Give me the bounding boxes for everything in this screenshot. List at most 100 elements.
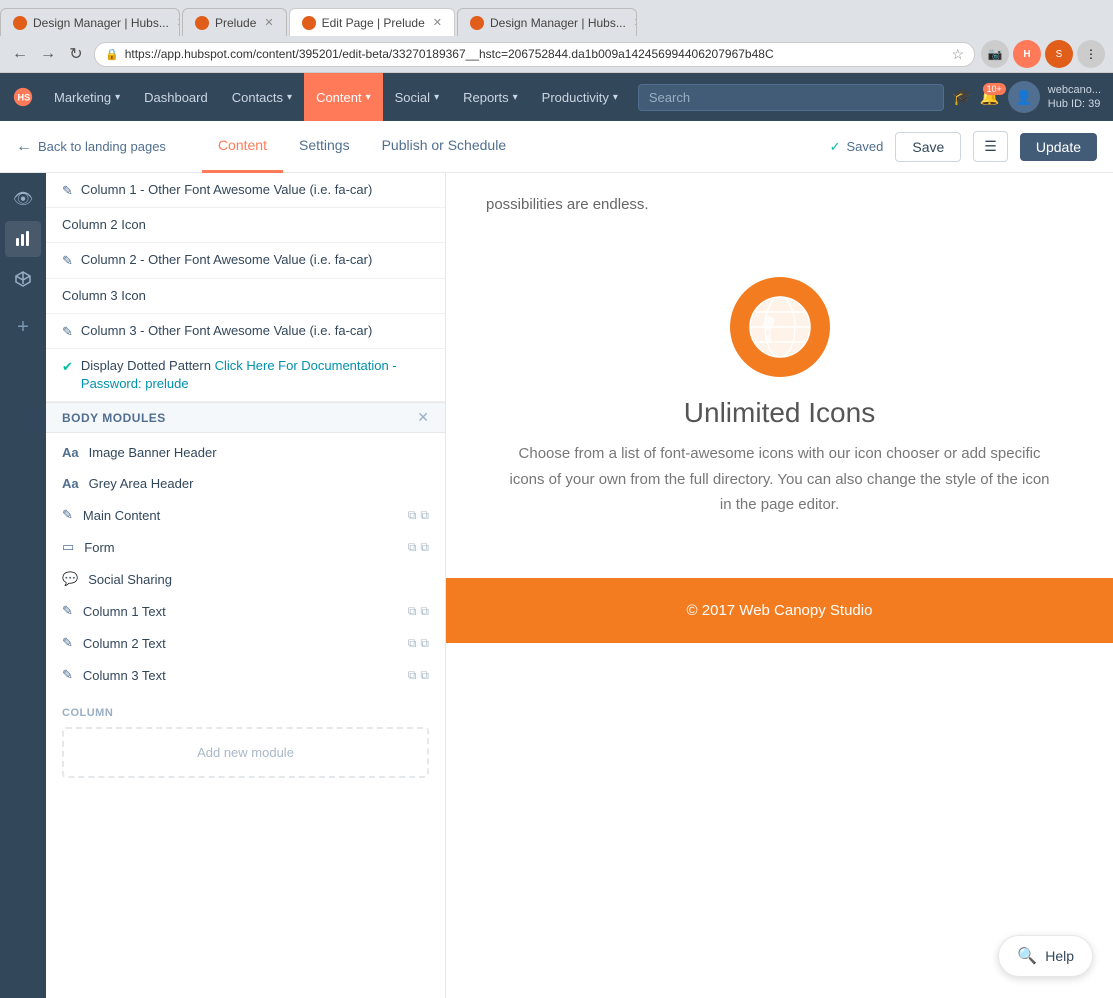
- tab-settings[interactable]: Settings: [283, 121, 366, 173]
- sidebar-box-icon[interactable]: [5, 261, 41, 297]
- preview-content: possibilities are endless.: [446, 173, 1113, 998]
- tab-favicon-1: [13, 16, 27, 30]
- nav-contacts[interactable]: Contacts ▾: [220, 73, 304, 121]
- main-content-action-icon[interactable]: ⧉: [408, 508, 417, 523]
- user-avatar[interactable]: 👤: [1008, 81, 1040, 113]
- tab-label-2: Prelude: [215, 16, 256, 30]
- edit-icon-main-content: ✎: [62, 507, 73, 523]
- forward-button[interactable]: →: [36, 42, 60, 66]
- col3-text-action-icon-2[interactable]: ⧉: [420, 668, 429, 683]
- preview-footer: © 2017 Web Canopy Studio: [446, 578, 1113, 643]
- url-text: https://app.hubspot.com/content/395201/e…: [125, 47, 946, 61]
- col3-icon-item[interactable]: ✎ Column 3 - Other Font Awesome Value (i…: [46, 314, 445, 349]
- social-sharing-icon: 💬: [62, 571, 78, 587]
- module-image-banner-header[interactable]: Aa Image Banner Header: [46, 437, 445, 468]
- sidebar-add-icon[interactable]: +: [5, 309, 41, 345]
- col2-text-action-icon-2[interactable]: ⧉: [420, 636, 429, 651]
- tab-close-4[interactable]: ✕: [634, 16, 637, 29]
- tab-label-3: Edit Page | Prelude: [322, 16, 425, 30]
- contacts-arrow-icon: ▾: [287, 92, 292, 103]
- back-arrow-icon: ←: [16, 138, 32, 156]
- col2-text-action-icon[interactable]: ⧉: [408, 636, 417, 651]
- list-button[interactable]: ☰: [973, 131, 1008, 162]
- module-grey-area-header[interactable]: Aa Grey Area Header: [46, 468, 445, 499]
- browser-tab-2[interactable]: Prelude ✕: [182, 8, 287, 36]
- nav-content[interactable]: Content ▾: [304, 73, 383, 121]
- refresh-button[interactable]: ↻: [64, 42, 88, 66]
- module-column-1-text[interactable]: ✎ Column 1 Text ⧉ ⧉: [46, 595, 445, 627]
- main-layout: 👁 + ✎ Column 1 - Other Font Awesome Valu…: [0, 173, 1113, 998]
- col2-icon-text: Column 2 - Other Font Awesome Value (i.e…: [81, 251, 429, 269]
- hs-logo[interactable]: HS: [12, 86, 34, 108]
- add-module-placeholder[interactable]: Add new module: [62, 727, 429, 778]
- search-input[interactable]: [638, 84, 944, 111]
- url-bar[interactable]: 🔒 https://app.hubspot.com/content/395201…: [94, 42, 975, 67]
- browser-tab-1[interactable]: Design Manager | Hubs... ✕: [0, 8, 180, 36]
- nav-reports[interactable]: Reports ▾: [451, 73, 530, 121]
- tab-close-3[interactable]: ✕: [433, 16, 442, 29]
- help-label: Help: [1045, 948, 1074, 964]
- update-button[interactable]: Update: [1020, 133, 1097, 161]
- col3-text-action-icon[interactable]: ⧉: [408, 668, 417, 683]
- graduation-icon[interactable]: 🎓: [952, 87, 972, 107]
- tab-content[interactable]: Content: [202, 121, 283, 173]
- hubspot-ext-button[interactable]: H: [1013, 40, 1041, 68]
- browser-actions: 📷 H S ⋮: [981, 40, 1105, 68]
- user-info: webcano... Hub ID: 39: [1048, 83, 1101, 112]
- help-search-icon: 🔍: [1017, 946, 1037, 966]
- col2-icon-item[interactable]: ✎ Column 2 - Other Font Awesome Value (i…: [46, 243, 445, 278]
- module-social-sharing[interactable]: 💬 Social Sharing: [46, 563, 445, 595]
- main-content-action-icon-2[interactable]: ⧉: [420, 508, 429, 523]
- nav-social[interactable]: Social ▾: [383, 73, 451, 121]
- preview-section-title: Unlimited Icons: [684, 397, 875, 429]
- aa-icon-image-banner: Aa: [62, 445, 79, 460]
- nav-buttons: ← → ↻: [8, 42, 88, 66]
- form-action-icon[interactable]: ⧉: [408, 540, 417, 555]
- browser-tab-3[interactable]: Edit Page | Prelude ✕: [289, 8, 455, 36]
- column-section-title: COLUMN: [62, 707, 429, 719]
- back-button[interactable]: ←: [8, 42, 32, 66]
- notifications-icon[interactable]: 🔔 10+: [980, 87, 1000, 107]
- tab-close-1[interactable]: ✕: [177, 16, 180, 29]
- ext-button-2[interactable]: S: [1045, 40, 1073, 68]
- saved-label: Saved: [846, 139, 883, 154]
- camera-button[interactable]: 📷: [981, 40, 1009, 68]
- nav-marketing[interactable]: Marketing ▾: [42, 73, 132, 121]
- hubspot-nav: HS Marketing ▾ Dashboard Contacts ▾ Cont…: [0, 73, 1113, 121]
- module-main-content[interactable]: ✎ Main Content ⧉ ⧉: [46, 499, 445, 531]
- col1-icon-item[interactable]: ✎ Column 1 - Other Font Awesome Value (i…: [46, 173, 445, 208]
- main-content-label: Main Content: [83, 508, 398, 523]
- browser-chrome: Design Manager | Hubs... ✕ Prelude ✕ Edi…: [0, 0, 1113, 73]
- edit-icon-col1: ✎: [62, 183, 73, 199]
- col2-icon-label-item: Column 2 Icon: [46, 208, 445, 243]
- nav-productivity[interactable]: Productivity ▾: [530, 73, 630, 121]
- display-dotted-item[interactable]: ✔ Display Dotted Pattern Click Here For …: [46, 349, 445, 402]
- form-action-icon-2[interactable]: ⧉: [420, 540, 429, 555]
- nav-dashboard[interactable]: Dashboard: [132, 73, 220, 121]
- col1-text-action-icon-2[interactable]: ⧉: [420, 604, 429, 619]
- more-button[interactable]: ⋮: [1077, 40, 1105, 68]
- tab-close-2[interactable]: ✕: [264, 16, 273, 29]
- save-button[interactable]: Save: [895, 132, 961, 162]
- tab-label-1: Design Manager | Hubs...: [33, 16, 169, 30]
- sidebar-chart-icon[interactable]: [5, 221, 41, 257]
- module-column-2-text[interactable]: ✎ Column 2 Text ⧉ ⧉: [46, 627, 445, 659]
- left-sidebar: 👁 +: [0, 173, 46, 998]
- sidebar-eye-icon[interactable]: 👁: [5, 181, 41, 217]
- form-icon: ▭: [62, 539, 74, 555]
- bookmark-icon[interactable]: ☆: [951, 46, 964, 63]
- documentation-link[interactable]: Click Here For Documentation - Password:…: [81, 358, 397, 391]
- tab-publish[interactable]: Publish or Schedule: [366, 121, 523, 173]
- col1-text-action-icon[interactable]: ⧉: [408, 604, 417, 619]
- aa-icon-grey-area: Aa: [62, 476, 79, 491]
- edit-icon-col2: ✎: [62, 253, 73, 269]
- body-modules-close-icon[interactable]: ✕: [417, 409, 429, 426]
- back-to-landing-pages[interactable]: ← Back to landing pages: [16, 138, 166, 156]
- preview-footer-text: © 2017 Web Canopy Studio: [470, 602, 1089, 619]
- module-form[interactable]: ▭ Form ⧉ ⧉: [46, 531, 445, 563]
- module-column-3-text[interactable]: ✎ Column 3 Text ⧉ ⧉: [46, 659, 445, 691]
- grey-area-header-label: Grey Area Header: [89, 476, 429, 491]
- tab-label-4: Design Manager | Hubs...: [490, 16, 626, 30]
- help-button[interactable]: 🔍 Help: [998, 935, 1093, 977]
- browser-tab-4[interactable]: Design Manager | Hubs... ✕: [457, 8, 637, 36]
